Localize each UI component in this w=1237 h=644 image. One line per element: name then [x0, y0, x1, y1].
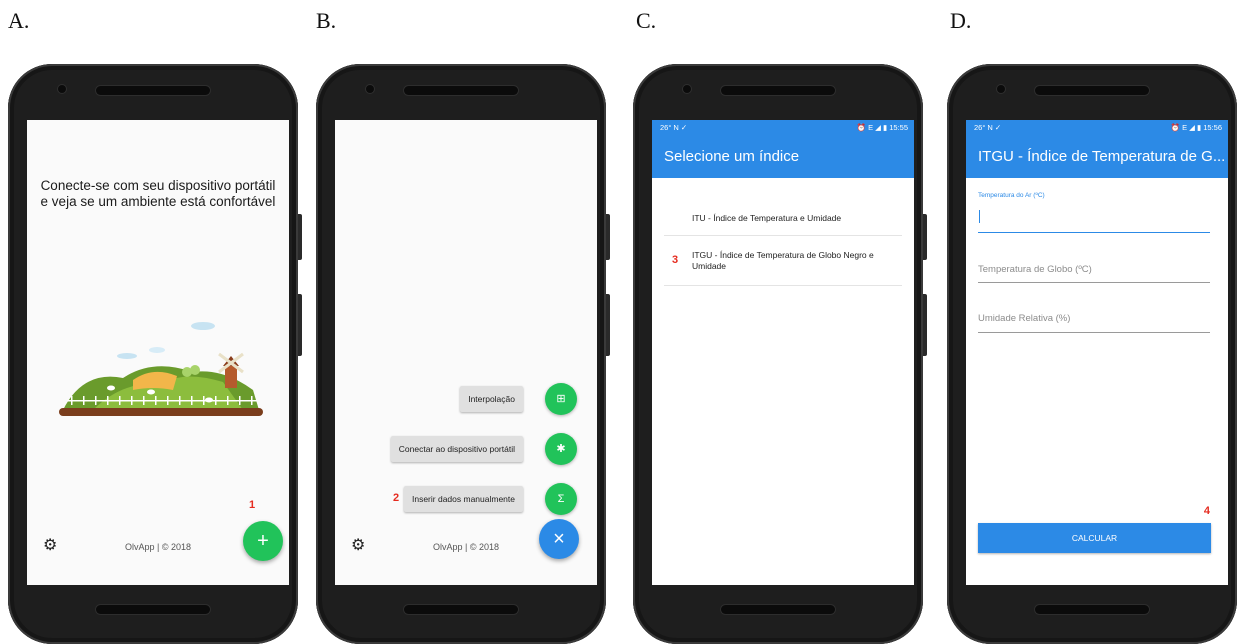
bottom-speaker [404, 605, 518, 614]
power-button [298, 294, 302, 356]
step-marker-4: 4 [1203, 505, 1210, 517]
air-temperature-input[interactable] [978, 232, 1210, 233]
menu-manual-input-label[interactable]: Inserir dados manualmente [403, 486, 523, 512]
phone-b: Interpolação ⊞ Conectar ao dispositivo p… [316, 64, 610, 644]
earpiece-speaker [404, 86, 518, 95]
phone-d: 26° N ✓ ⏰ E ◢ ▮ 15:56 ITGU - Índice de T… [947, 64, 1237, 644]
list-item-itgu[interactable]: ITGU - Índice de Temperatura de Globo Ne… [664, 238, 902, 286]
bottom-speaker [721, 605, 835, 614]
status-left-icons: 26° N ✓ [660, 123, 688, 132]
screen-home: Conecte-se com seu dispositivo portátil … [27, 120, 289, 585]
status-right-icons: ⏰ E ◢ ▮ 15:56 [1170, 123, 1222, 132]
front-camera [683, 85, 691, 93]
volume-button [298, 214, 302, 260]
screen-itgu-form: 26° N ✓ ⏰ E ◢ ▮ 15:56 ITGU - Índice de T… [966, 120, 1228, 585]
app-bar-title: Selecione um índice [652, 136, 914, 178]
status-bar: 26° N ✓ ⏰ E ◢ ▮ 15:55 [652, 120, 914, 136]
panel-label-a: A. [8, 8, 30, 33]
status-left-icons: 26° N ✓ [974, 123, 1002, 132]
farm-illustration [59, 322, 263, 416]
welcome-line-2: e veja se um ambiente está confortável [40, 194, 276, 209]
welcome-message: Conecte-se com seu dispositivo portátil … [27, 178, 289, 210]
front-camera [997, 85, 1005, 93]
app-bar-title: ITGU - Índice de Temperatura de G... [966, 136, 1228, 178]
step-marker-2: 2 [393, 492, 400, 504]
status-bar: 26° N ✓ ⏰ E ◢ ▮ 15:56 [966, 120, 1228, 136]
status-right-icons: ⏰ E ◢ ▮ 15:55 [856, 123, 908, 132]
sigma-icon[interactable]: Σ [545, 483, 577, 515]
close-fab-button[interactable]: × [539, 519, 579, 559]
grid-icon[interactable]: ⊞ [545, 383, 577, 415]
calculate-button[interactable]: CALCULAR [978, 523, 1211, 553]
screen-select-index: 26° N ✓ ⏰ E ◢ ▮ 15:55 Selecione um índic… [652, 120, 914, 585]
list-item-itu[interactable]: ITU - Índice de Temperatura e Umidade [664, 200, 902, 236]
add-fab-button[interactable]: + [243, 521, 283, 561]
menu-interpolation-label[interactable]: Interpolação [460, 386, 523, 412]
front-camera [58, 85, 66, 93]
welcome-line-1: Conecte-se com seu dispositivo portátil [40, 178, 276, 193]
phone-a: Conecte-se com seu dispositivo portátil … [8, 64, 302, 644]
earpiece-speaker [1035, 86, 1149, 95]
menu-connect-device-label[interactable]: Conectar ao dispositivo portátil [390, 436, 523, 462]
relative-humidity-underline [978, 332, 1210, 333]
panel-label-b: B. [316, 8, 337, 33]
power-button [923, 294, 927, 356]
bottom-speaker [96, 605, 210, 614]
panel-label-d: D. [950, 8, 972, 33]
volume-button [923, 214, 927, 260]
front-camera [366, 85, 374, 93]
screen-fab-menu: Interpolação ⊞ Conectar ao dispositivo p… [335, 120, 597, 585]
globe-temperature-input[interactable]: Temperatura de Globo (ºC) [978, 264, 1210, 275]
power-button [606, 294, 610, 356]
earpiece-speaker [721, 86, 835, 95]
panel-label-c: C. [636, 8, 657, 33]
air-temperature-label: Temperatura do Ar (ºC) [978, 192, 1045, 199]
volume-button [606, 214, 610, 260]
relative-humidity-input[interactable]: Umidade Relativa (%) [978, 313, 1210, 324]
step-marker-1: 1 [249, 499, 256, 511]
earpiece-speaker [96, 86, 210, 95]
globe-temperature-underline [978, 282, 1210, 283]
phone-c: 26° N ✓ ⏰ E ◢ ▮ 15:55 Selecione um índic… [633, 64, 927, 644]
bluetooth-icon[interactable]: ✱ [545, 433, 577, 465]
text-cursor [979, 210, 980, 223]
bottom-speaker [1035, 605, 1149, 614]
